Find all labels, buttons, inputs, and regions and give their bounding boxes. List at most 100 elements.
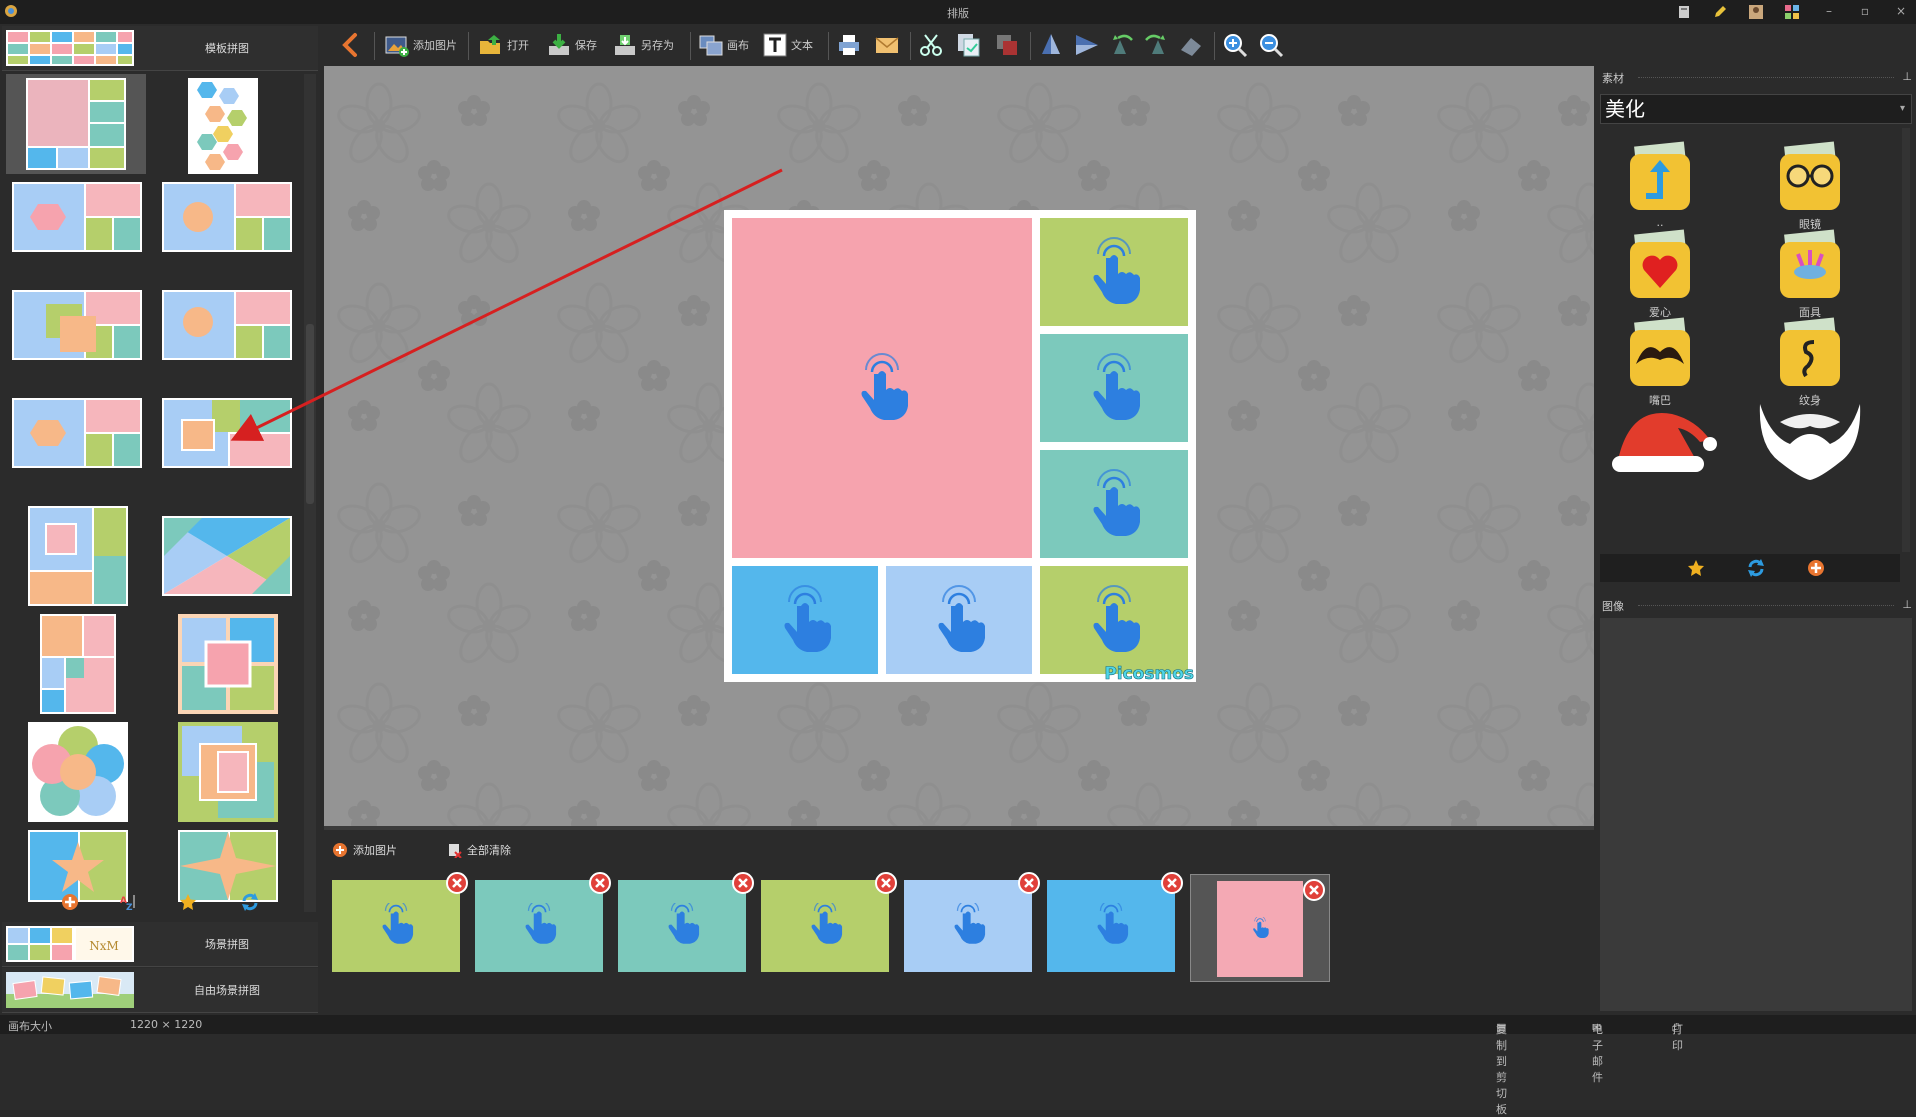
material-item-glasses[interactable]: 眼镜 — [1750, 132, 1870, 232]
pin-icon[interactable]: ⊥ — [1902, 70, 1912, 83]
material-grid-scrollbar[interactable] — [1902, 128, 1910, 552]
strip-thumb[interactable] — [1190, 874, 1330, 982]
category-free-scene-collage[interactable]: 自由场景拼图 — [2, 968, 318, 1013]
template-item[interactable] — [188, 78, 258, 174]
rotate-right-button[interactable] — [1142, 30, 1168, 60]
remove-image-button[interactable] — [589, 872, 611, 894]
strip-thumb[interactable] — [618, 872, 754, 972]
hand-pointer-icon — [667, 903, 700, 945]
favorite-star-icon[interactable] — [1686, 558, 1706, 578]
strip-thumb[interactable] — [1047, 872, 1183, 972]
text-button[interactable]: 文本 — [762, 30, 813, 60]
template-item[interactable] — [178, 722, 278, 822]
collage-cell[interactable] — [1040, 334, 1188, 442]
template-list-scrollbar[interactable] — [304, 74, 316, 912]
template-item[interactable] — [12, 398, 142, 468]
refresh-icon[interactable] — [240, 892, 260, 912]
flip-horizontal-button[interactable] — [1074, 30, 1100, 60]
materials-title: 素材 — [1602, 72, 1624, 85]
pencil-icon[interactable] — [1712, 4, 1728, 20]
material-item-santa-hat[interactable] — [1600, 396, 1720, 496]
template-item[interactable] — [40, 614, 116, 714]
template-item[interactable] — [28, 722, 128, 822]
user-icon[interactable] — [1748, 4, 1764, 20]
material-item-mouth[interactable]: 嘴巴 — [1600, 308, 1720, 408]
strip-thumb[interactable] — [475, 872, 611, 972]
zoom-out-button[interactable] — [1258, 30, 1284, 60]
template-item[interactable] — [162, 516, 292, 596]
strip-add-image-button[interactable]: 添加图片 — [332, 842, 397, 858]
template-item[interactable] — [28, 506, 128, 606]
sort-az-icon[interactable]: AZ — [118, 892, 138, 912]
template-item[interactable] — [12, 182, 142, 252]
email-button[interactable] — [874, 30, 900, 60]
watermark-text: Picosmos — [1104, 664, 1194, 684]
add-image-label: 添加图片 — [413, 39, 457, 52]
template-item[interactable] — [162, 182, 292, 252]
save-as-icon — [615, 35, 635, 55]
remove-image-button[interactable] — [446, 872, 468, 894]
category-template-collage[interactable]: 模板拼图 — [2, 26, 318, 71]
remove-image-button[interactable] — [1161, 872, 1183, 894]
canvas-icon — [699, 35, 723, 56]
remove-image-button[interactable] — [1303, 879, 1325, 901]
add-template-icon[interactable] — [60, 892, 80, 912]
refresh-icon[interactable] — [1746, 558, 1766, 578]
zoom-in-button[interactable] — [1222, 30, 1248, 60]
template-item[interactable] — [6, 74, 146, 174]
print-button[interactable] — [836, 30, 862, 60]
template-item[interactable] — [162, 398, 292, 468]
glasses-folder-icon — [1780, 141, 1840, 210]
skin-icon[interactable] — [1676, 4, 1692, 20]
back-button[interactable] — [338, 30, 364, 60]
flip-vertical-button[interactable] — [1038, 30, 1064, 60]
minimize-button[interactable]: – — [1820, 3, 1838, 19]
material-category-value: 美化 — [1605, 97, 1645, 121]
collage-cell[interactable] — [1040, 450, 1188, 558]
cut-button[interactable] — [918, 30, 944, 60]
strip-thumb[interactable] — [761, 872, 897, 972]
close-icon — [1024, 878, 1034, 888]
collage-cell[interactable] — [1040, 566, 1188, 674]
restore-button[interactable]: ▫ — [1856, 3, 1874, 19]
paste-button[interactable] — [994, 30, 1020, 60]
material-item-beard[interactable] — [1750, 396, 1870, 496]
remove-image-button[interactable] — [1018, 872, 1040, 894]
collage-cell[interactable] — [1040, 218, 1188, 326]
grid-icon[interactable] — [1784, 4, 1800, 20]
save-button[interactable]: 保存 — [546, 30, 597, 60]
pin-icon[interactable]: ⊥ — [1902, 598, 1912, 611]
material-item-up[interactable]: .. — [1600, 132, 1720, 232]
template-item[interactable] — [162, 290, 292, 360]
close-button[interactable]: × — [1892, 3, 1910, 19]
beard-icon — [1759, 404, 1861, 480]
category-scene-collage[interactable]: NxM 场景拼图 — [2, 922, 318, 967]
save-as-button[interactable]: 另存为 — [612, 30, 674, 60]
add-image-button[interactable]: 添加图片 — [384, 30, 457, 60]
template-item[interactable] — [178, 614, 278, 714]
strip-thumb[interactable] — [904, 872, 1040, 972]
collage-cell[interactable] — [886, 566, 1032, 674]
clear-icon — [449, 844, 462, 858]
rotate-button[interactable] — [1178, 30, 1204, 60]
strip-thumb[interactable] — [332, 872, 468, 972]
save-as-label: 另存为 — [641, 39, 674, 52]
material-item-tattoo[interactable]: 纹身 — [1750, 308, 1870, 408]
remove-image-button[interactable] — [875, 872, 897, 894]
copy-button[interactable] — [956, 30, 982, 60]
collage-cell[interactable] — [732, 566, 878, 674]
material-category-select[interactable]: 美化 ▾ — [1600, 94, 1912, 124]
favorite-star-icon[interactable] — [178, 892, 198, 912]
clear-all-button[interactable]: 全部清除 — [446, 842, 511, 858]
material-item-mask[interactable]: 面具 — [1750, 220, 1870, 320]
add-material-icon[interactable] — [1806, 558, 1826, 578]
rotate-left-button[interactable] — [1110, 30, 1136, 60]
template-item[interactable] — [12, 290, 142, 360]
open-button[interactable]: 打开 — [478, 30, 529, 60]
canvas-button[interactable]: 画布 — [698, 30, 749, 60]
material-item-heart[interactable]: 爱心 — [1600, 220, 1720, 320]
remove-image-button[interactable] — [732, 872, 754, 894]
collage-cell[interactable] — [732, 218, 1032, 558]
canvas-area[interactable]: Picosmos — [324, 66, 1594, 826]
canvas-size-label: 画布大小 — [8, 1020, 52, 1033]
